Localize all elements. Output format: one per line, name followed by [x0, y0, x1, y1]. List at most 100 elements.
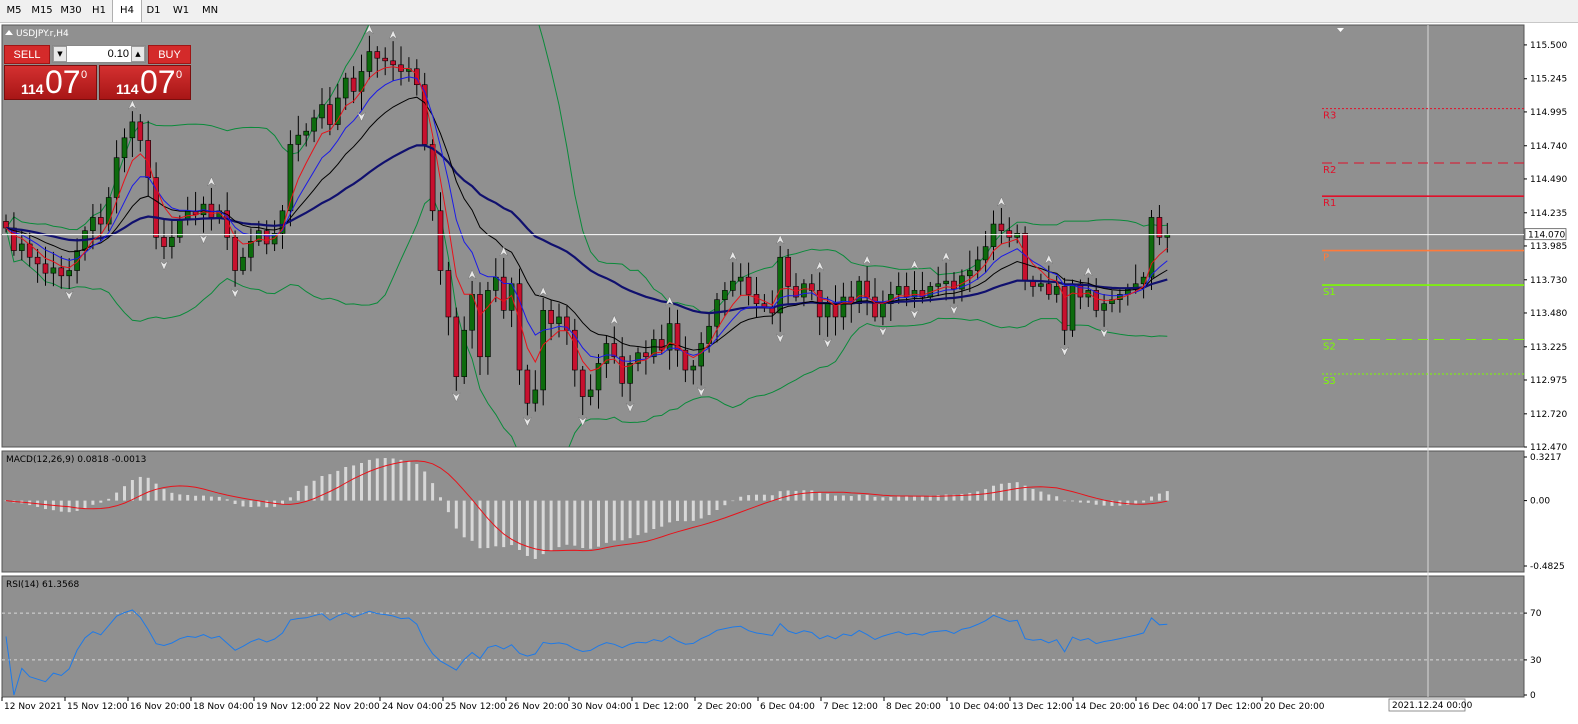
macd-histogram-bar: [352, 465, 356, 501]
time-axis-label: 1 Dec 12:00: [634, 702, 689, 712]
macd-histogram-bar: [652, 500, 656, 530]
buy-price-sup: 0: [176, 69, 183, 81]
macd-histogram-bar: [470, 500, 474, 541]
candle-body: [390, 60, 396, 66]
sell-price-sup: 0: [81, 69, 88, 81]
candle-body: [990, 223, 997, 247]
lot-decrease-icon[interactable]: ▼: [53, 46, 67, 62]
timeframe-w1[interactable]: W1: [167, 0, 195, 22]
macd-histogram-bar: [186, 494, 190, 501]
timeframe-h4[interactable]: H4: [112, 0, 142, 22]
candle-body: [579, 369, 586, 397]
candle-body: [1038, 283, 1044, 287]
macd-histogram-bar: [604, 500, 608, 543]
rsi-title: RSI(14) 61.3568: [6, 580, 79, 590]
macd-histogram-bar: [1063, 500, 1067, 502]
timeframe-h1[interactable]: H1: [86, 0, 112, 22]
macd-histogram-bar: [146, 477, 150, 501]
timeframe-d1[interactable]: D1: [140, 0, 167, 22]
macd-histogram-bar: [778, 491, 782, 501]
time-axis-label: 20 Dec 20:00: [1264, 702, 1325, 712]
macd-histogram-bar: [739, 496, 743, 501]
candle-body: [319, 104, 325, 119]
buy-button[interactable]: BUY: [148, 45, 191, 64]
pivot-label-s1: S1: [1323, 287, 1336, 298]
candle-body: [840, 296, 847, 318]
macd-histogram-bar: [1134, 500, 1138, 504]
price-axis-label: 114.740: [1530, 142, 1567, 152]
candle-body: [745, 276, 752, 295]
time-axis-label: 16 Dec 04:00: [1138, 702, 1199, 712]
macd-histogram-bar: [162, 489, 166, 501]
candle-body: [698, 343, 705, 367]
macd-histogram-bar: [1015, 482, 1019, 501]
macd-histogram-bar: [849, 496, 853, 501]
candle-body: [587, 389, 594, 397]
candle-body: [113, 157, 120, 198]
candle-body: [974, 259, 981, 271]
macd-histogram-bar: [391, 458, 395, 501]
macd-histogram-bar: [336, 470, 340, 501]
macd-panel: [1, 450, 1525, 573]
candle-body: [105, 197, 112, 225]
candle-body: [98, 217, 104, 225]
candle-body: [295, 134, 302, 145]
macd-histogram-bar: [1157, 493, 1161, 501]
candle-body: [1014, 233, 1021, 238]
macd-histogram-bar: [415, 464, 419, 501]
candle-body: [366, 51, 373, 72]
lot-size-stepper[interactable]: ▼ 0.10 ▲: [52, 45, 146, 63]
rsi-axis-label: 70: [1530, 609, 1542, 619]
macd-histogram-bar: [431, 483, 435, 501]
lot-increase-icon[interactable]: ▲: [131, 46, 145, 62]
rsi-panel: [1, 575, 1525, 698]
macd-histogram-bar: [636, 500, 640, 536]
sell-button[interactable]: SELL: [4, 45, 50, 64]
macd-histogram-bar: [1007, 482, 1011, 501]
macd-histogram-bar: [723, 500, 727, 506]
macd-histogram-bar: [707, 500, 711, 516]
macd-histogram-bar: [747, 495, 751, 501]
sell-price[interactable]: 114 07 0: [4, 64, 97, 100]
timeframe-mn[interactable]: MN: [195, 0, 225, 22]
crosshair-time-label: 2021.12.24 00:00: [1392, 701, 1473, 711]
macd-histogram-bar: [209, 496, 213, 501]
macd-histogram-bar: [1047, 494, 1051, 501]
macd-histogram-bar: [399, 459, 403, 501]
macd-histogram-bar: [873, 496, 877, 501]
candle-body: [864, 280, 870, 298]
price-axis-label: 112.720: [1530, 410, 1567, 420]
time-axis-label: 30 Nov 04:00: [571, 702, 632, 712]
macd-histogram-bar: [802, 490, 806, 501]
candle-body: [1046, 283, 1052, 295]
candle-body: [90, 217, 96, 231]
candle-body: [1069, 283, 1076, 331]
candle-body: [485, 290, 491, 358]
macd-histogram-bar: [367, 459, 371, 501]
candle-body: [1022, 233, 1028, 282]
buy-price[interactable]: 114 07 0: [99, 64, 191, 100]
macd-histogram-bar: [999, 483, 1003, 501]
timeframe-m15[interactable]: M15: [28, 0, 56, 22]
candle-body: [824, 303, 831, 318]
macd-histogram-bar: [889, 496, 893, 501]
lot-size-value[interactable]: 0.10: [69, 46, 129, 62]
macd-axis-label: 0.00: [1530, 497, 1550, 507]
candle-body: [145, 140, 151, 178]
timeframe-m30[interactable]: M30: [56, 0, 86, 22]
macd-histogram-bar: [762, 494, 766, 501]
pivot-label-r1: R1: [1323, 198, 1336, 209]
candle-body: [303, 130, 310, 136]
candle-body: [690, 365, 697, 371]
time-axis-label: 18 Nov 04:00: [193, 702, 254, 712]
timeframe-m5[interactable]: M5: [0, 0, 28, 22]
macd-histogram-bar: [1031, 489, 1035, 501]
time-axis-label: 13 Dec 12:00: [1012, 702, 1073, 712]
candle-body: [1053, 286, 1060, 295]
macd-histogram-bar: [810, 490, 814, 501]
time-axis-label: 26 Nov 20:00: [508, 702, 569, 712]
main-price-panel: [1, 24, 1525, 448]
macd-histogram-bar: [178, 494, 182, 501]
price-axis-label: 113.225: [1530, 343, 1567, 353]
macd-histogram-bar: [755, 494, 758, 501]
